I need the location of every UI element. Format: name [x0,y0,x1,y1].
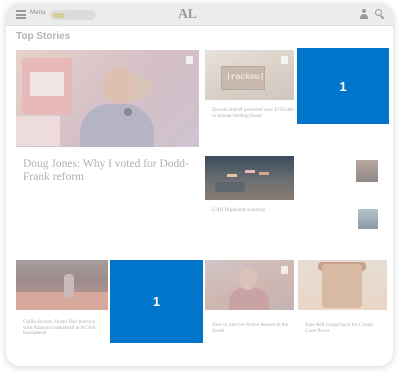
police-headline[interactable]: How to Survive Police Season in the Sout… [212,322,294,334]
ad-placeholder-box[interactable]: 1 [297,48,389,124]
section-title: Top Stories [16,31,71,42]
menu-label[interactable]: Menu [30,10,46,16]
bookmark-icon[interactable] [281,266,288,274]
sheriff-story-image[interactable]: |rockou| [205,50,294,100]
weather-icon [53,12,65,18]
bama-story-image[interactable] [16,260,108,310]
page-frame: Menu AL Top Stories Doug Jones: Why I vo… [6,4,393,366]
lead-headline[interactable]: Doug Jones: Why I voted for Dodd-Frank r… [23,158,198,183]
sheriff-headline[interactable]: Etowah sheriff pocketed over $750,000 in… [212,107,294,119]
lead-story-image[interactable] [16,50,199,147]
ad-placeholder-box[interactable]: 1 [110,260,203,343]
bookmark-icon[interactable] [186,56,193,64]
small-story-thumbnail[interactable] [356,160,378,182]
icecream-headline[interactable]: Blue Bell brings back Ice Cream Cone fla… [305,322,385,334]
small-story-thumbnail[interactable] [358,209,378,229]
bookmark-icon[interactable] [281,56,288,64]
user-icon[interactable] [359,9,369,20]
image-caption-text: |rockou| [226,73,265,82]
icecream-story-image[interactable] [298,260,387,310]
bama-headline[interactable]: Collin Sexton, Donta Hall practice with … [23,319,105,337]
hamburger-menu-icon[interactable] [16,10,26,19]
police-story-image[interactable] [205,260,294,310]
uah-headline[interactable]: UAH Highlands shooting [212,207,292,214]
uah-story-image[interactable] [205,156,294,200]
weather-widget[interactable] [50,10,96,20]
search-icon[interactable] [375,9,385,20]
site-logo[interactable]: AL [178,7,197,23]
site-header: Menu AL [6,4,393,26]
